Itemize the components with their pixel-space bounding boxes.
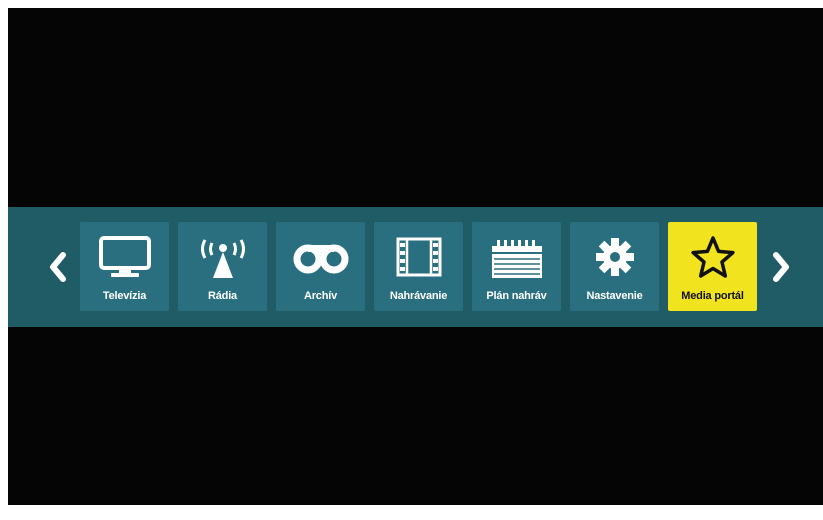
tape-reels-icon	[276, 232, 365, 282]
menu-item-label: Archív	[303, 290, 338, 302]
menu-item-radia[interactable]: Rádia	[178, 222, 267, 311]
tv-icon	[80, 232, 169, 282]
menu-prev-arrow[interactable]	[43, 251, 73, 283]
gear-icon	[570, 232, 659, 282]
menu-item-plan-nahrav[interactable]: Plán nahráv	[472, 222, 561, 311]
menu-item-label: Media portál	[681, 290, 744, 302]
menu-item-media-portal[interactable]: Media portál	[668, 222, 757, 311]
chevron-left-icon	[50, 252, 66, 282]
menu-item-label: Plán nahráv	[486, 290, 547, 302]
menu-item-label: Televízia	[102, 290, 147, 302]
main-menu-bar: Televízia Rádia Archív Nahrávanie Plán n…	[8, 207, 823, 327]
film-strip-icon	[374, 232, 463, 282]
menu-item-nahravanie[interactable]: Nahrávanie	[374, 222, 463, 311]
menu-item-archiv[interactable]: Archív	[276, 222, 365, 311]
menu-next-arrow[interactable]	[766, 251, 796, 283]
calendar-icon	[472, 232, 561, 282]
menu-item-label: Nahrávanie	[389, 290, 448, 302]
menu-item-label: Nastavenie	[586, 290, 643, 302]
menu-item-label: Rádia	[208, 290, 237, 302]
star-icon	[668, 232, 757, 282]
menu-item-televizia[interactable]: Televízia	[80, 222, 169, 311]
menu-item-nastavenie[interactable]: Nastavenie	[570, 222, 659, 311]
radio-antenna-icon	[178, 232, 267, 282]
tv-screen: Televízia Rádia Archív Nahrávanie Plán n…	[8, 8, 823, 505]
chevron-right-icon	[773, 252, 789, 282]
